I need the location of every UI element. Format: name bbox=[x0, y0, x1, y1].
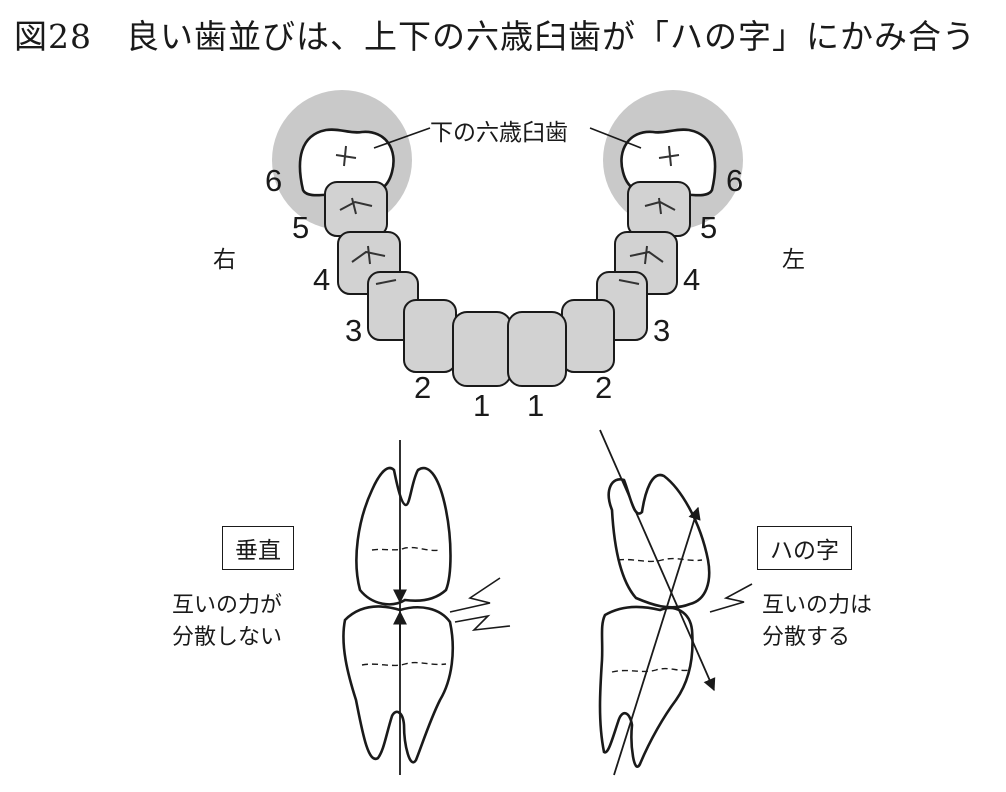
tooth-number-right-1: 1 bbox=[473, 388, 491, 423]
impact-mark-vertical bbox=[449, 577, 511, 632]
upper-tooth-slanted bbox=[607, 473, 711, 609]
slant-note-line-1: 互いの力は bbox=[762, 593, 873, 618]
callout-label: 下の六歳臼歯 bbox=[430, 120, 568, 146]
tooth-left-5 bbox=[627, 181, 691, 237]
tooth-left-1 bbox=[507, 311, 567, 387]
slanted-tooth-pair bbox=[598, 429, 753, 776]
tooth-number-left-1: 1 bbox=[527, 388, 545, 423]
slant-case-label: ハの字 bbox=[757, 526, 852, 570]
side-label-right: 右 bbox=[213, 247, 236, 273]
tooth-number-right-4: 4 bbox=[313, 262, 331, 297]
lower-tooth-slanted bbox=[598, 605, 694, 768]
impact-mark-slanted bbox=[709, 583, 753, 613]
vertical-note-line-1: 互いの力が bbox=[172, 593, 283, 618]
tooth-number-right-5: 5 bbox=[292, 210, 310, 245]
tooth-number-left-6: 6 bbox=[726, 163, 744, 198]
side-label-left: 左 bbox=[782, 247, 805, 273]
tooth-number-right-3: 3 bbox=[345, 313, 363, 348]
vertical-case-note: 互いの力が 分散しない bbox=[172, 590, 282, 654]
tooth-number-left-5: 5 bbox=[700, 210, 718, 245]
tooth-number-left-2: 2 bbox=[595, 370, 613, 405]
tooth-number-right-6: 6 bbox=[265, 163, 283, 198]
lower-tooth-vertical bbox=[342, 605, 455, 764]
vertical-tooth-pair bbox=[342, 440, 511, 775]
vertical-note-line-2: 分散しない bbox=[172, 625, 283, 650]
upper-tooth-vertical bbox=[355, 466, 452, 606]
slant-note-line-2: 分散する bbox=[762, 625, 851, 650]
tooth-right-5 bbox=[324, 181, 388, 237]
tooth-number-left-3: 3 bbox=[653, 313, 671, 348]
vertical-case-label: 垂直 bbox=[222, 526, 294, 570]
tooth-number-right-2: 2 bbox=[414, 370, 432, 405]
tooth-right-2 bbox=[403, 299, 457, 373]
slant-case-note: 互いの力は 分散する bbox=[762, 590, 872, 654]
tooth-left-2 bbox=[561, 299, 615, 373]
tooth-right-1 bbox=[452, 311, 512, 387]
tooth-number-left-4: 4 bbox=[683, 262, 701, 297]
